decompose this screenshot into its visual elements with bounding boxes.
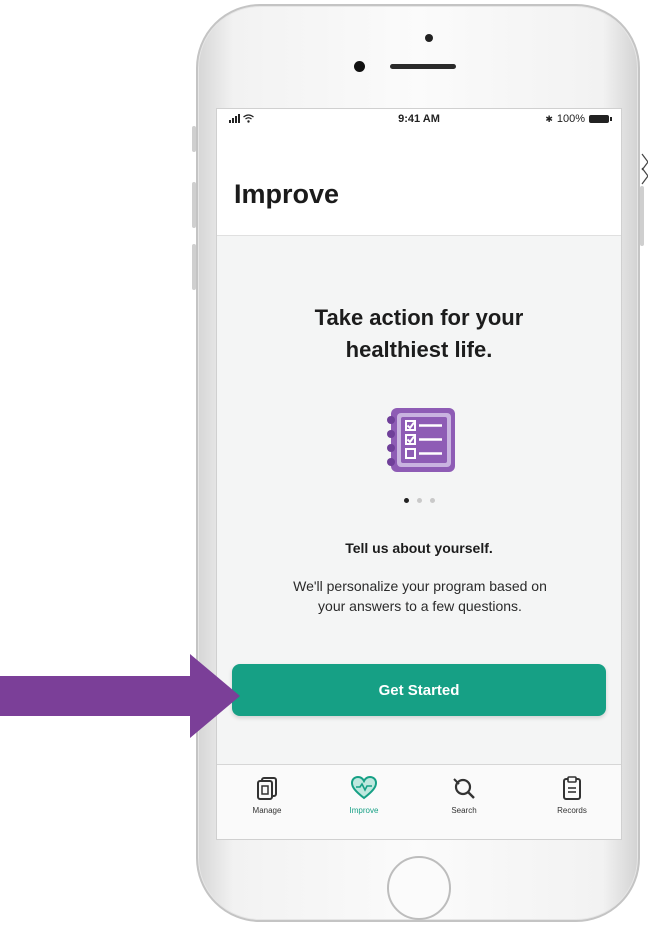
carousel-dot[interactable] — [403, 498, 409, 503]
status-bar: 9:41 AM ✱ 100% — [217, 109, 621, 131]
carousel-dot[interactable] — [429, 498, 435, 503]
subheading: Tell us about yourself. — [345, 540, 493, 556]
page-title: Improve — [234, 179, 340, 209]
manage-icon — [257, 777, 277, 800]
pointer-arrow — [0, 654, 240, 738]
headline-line-1: Take action for your — [314, 305, 524, 330]
clipboard-icon — [563, 776, 581, 800]
phone-frame: 9:41 AM ✱ 100% Improve Take action for y… — [192, 4, 644, 922]
mute-switch — [192, 126, 196, 152]
proximity-sensor — [425, 34, 433, 42]
body-line-1: We'll personalize your program based on — [293, 578, 547, 594]
heart-icon — [351, 775, 377, 800]
get-started-button[interactable]: Get Started — [232, 664, 606, 716]
battery-percent: 100% — [556, 113, 585, 125]
checklist-notebook-icon — [387, 408, 455, 472]
pointer-arrow-shape — [0, 654, 240, 738]
volume-up-button — [192, 182, 196, 228]
stage: 9:41 AM ✱ 100% Improve Take action for y… — [0, 0, 648, 934]
screen: 9:41 AM ✱ 100% Improve Take action for y… — [216, 108, 622, 840]
earpiece-speaker — [390, 64, 456, 69]
power-button — [640, 186, 644, 246]
tab-label-records: Records — [557, 806, 587, 815]
tab-records[interactable]: Records — [537, 775, 607, 835]
tab-improve[interactable]: Improve — [329, 775, 399, 835]
battery-icon — [589, 115, 612, 123]
edge-mark — [641, 153, 648, 185]
headline-line-2: healthiest life. — [345, 337, 493, 362]
tab-bar: Manage Improve Search Records — [217, 764, 621, 839]
search-icon — [453, 778, 475, 799]
carousel-dots[interactable] — [217, 498, 621, 503]
home-button[interactable] — [387, 856, 451, 920]
carousel-dot[interactable] — [416, 498, 422, 503]
tab-label-manage: Manage — [252, 806, 282, 815]
body-text: We'll personalize your program based on … — [247, 576, 593, 616]
tab-manage[interactable]: Manage — [232, 775, 302, 835]
bluetooth-icon: ✱ — [545, 113, 553, 124]
body-line-2: your answers to a few questions. — [318, 598, 522, 614]
tab-label-search: Search — [451, 806, 477, 815]
volume-down-button — [192, 244, 196, 290]
front-camera — [354, 61, 365, 72]
tab-label-improve: Improve — [349, 806, 379, 815]
onboarding-card: Take action for your healthiest life. Te… — [217, 235, 621, 766]
tab-search[interactable]: Search — [429, 775, 499, 835]
status-right: ✱ 100% — [545, 113, 612, 125]
headline: Take action for your healthiest life. — [217, 302, 621, 366]
